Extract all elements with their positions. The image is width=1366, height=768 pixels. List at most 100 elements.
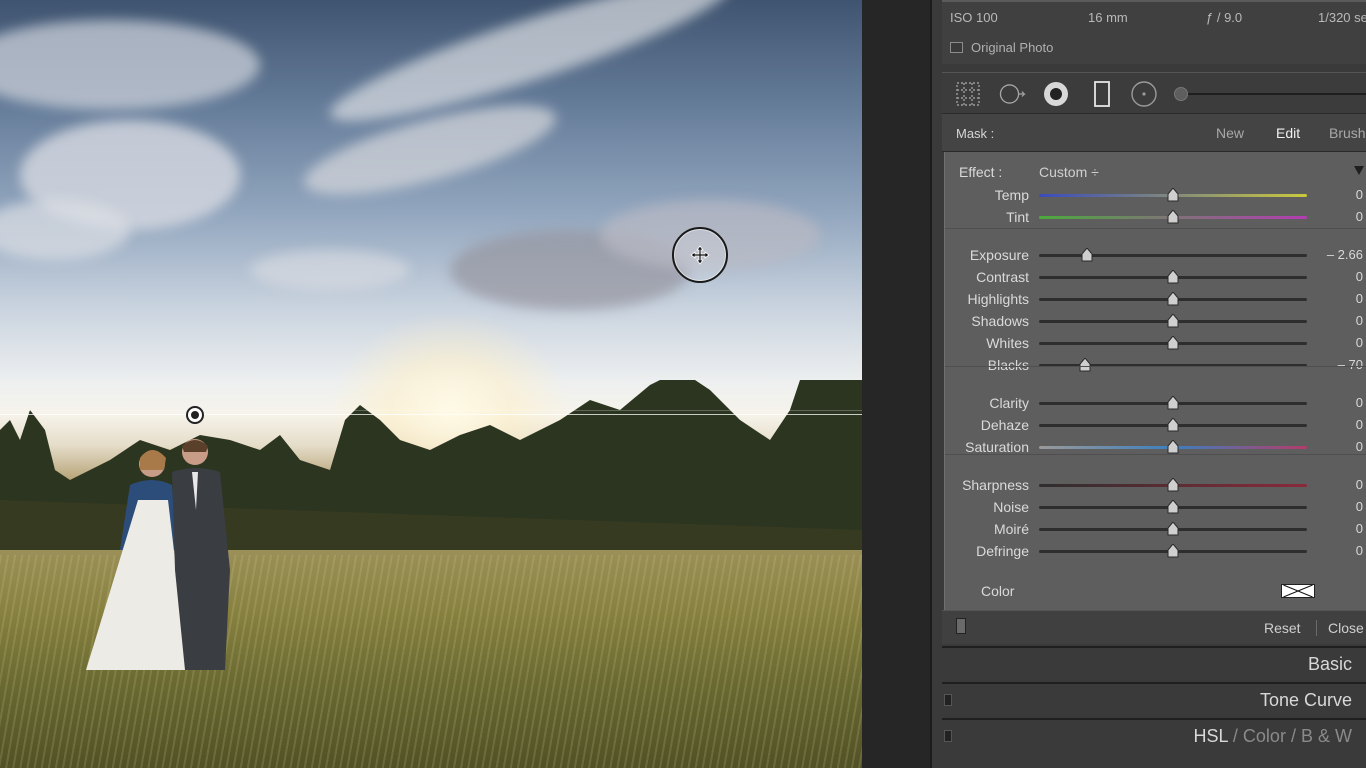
- section-tone-curve-title: Tone Curve: [1259, 690, 1352, 710]
- slider-value[interactable]: 0: [1356, 499, 1363, 514]
- slider-value[interactable]: – 2.66: [1327, 247, 1363, 262]
- exif-focal: 16 mm: [1088, 10, 1128, 25]
- slider-label: Tint: [1006, 209, 1029, 225]
- mask-bar: Mask : New Edit Brush: [942, 114, 1366, 152]
- slider-label: Dehaze: [980, 417, 1029, 433]
- slider-track[interactable]: [1039, 254, 1307, 257]
- slider-value[interactable]: 0: [1356, 395, 1363, 410]
- enable-toggle-icon[interactable]: [956, 618, 966, 634]
- move-cursor-icon: [672, 227, 728, 283]
- slider-label: Highlights: [967, 291, 1029, 307]
- gradient-pin-icon[interactable]: [186, 406, 204, 424]
- close-button[interactable]: Close: [1328, 620, 1364, 636]
- slider-knob-icon[interactable]: [1081, 247, 1093, 262]
- section-toggle-icon[interactable]: [944, 694, 952, 706]
- slider-row-exposure: Exposure – 2.66: [945, 244, 1366, 266]
- color-swatch-icon[interactable]: [1281, 584, 1315, 598]
- slider-knob-icon[interactable]: [1167, 335, 1179, 350]
- mask-label: Mask :: [956, 126, 995, 141]
- cloud-shape: [0, 20, 260, 110]
- color-label: Color: [981, 583, 1015, 599]
- slider-knob-icon[interactable]: [1167, 499, 1179, 514]
- graduated-filter-icon[interactable]: [1088, 80, 1116, 108]
- slider-knob-icon[interactable]: [1167, 417, 1179, 432]
- cloud-shape: [250, 250, 410, 290]
- mask-edit-button[interactable]: Edit: [1276, 125, 1300, 141]
- group-divider: [945, 454, 1366, 455]
- tab-bw[interactable]: B & W: [1301, 726, 1352, 746]
- brush-icon[interactable]: [1174, 87, 1188, 101]
- slider-row-contrast: Contrast 0: [945, 266, 1366, 288]
- slider-knob-icon[interactable]: [1167, 395, 1179, 410]
- slider-value[interactable]: 0: [1356, 187, 1363, 202]
- slider-value[interactable]: 0: [1356, 521, 1363, 536]
- original-photo-toggle[interactable]: Original Photo: [950, 40, 1053, 55]
- gradient-guide-line: [0, 410, 862, 411]
- brush-size-slider[interactable]: [1180, 93, 1366, 95]
- collapse-triangle-icon[interactable]: [1354, 166, 1364, 175]
- slider-knob-icon[interactable]: [1167, 269, 1179, 284]
- mask-new-button[interactable]: New: [1216, 125, 1244, 141]
- develop-right-panel: ISO 100 16 mm ƒ / 9.0 1/320 sec Original…: [930, 0, 1366, 768]
- slider-label: Clarity: [989, 395, 1029, 411]
- red-eye-icon[interactable]: [1042, 80, 1070, 108]
- slider-label: Contrast: [976, 269, 1029, 285]
- slider-row-noise: Noise 0: [945, 496, 1366, 518]
- spot-removal-icon[interactable]: [998, 80, 1026, 108]
- tab-color[interactable]: Color: [1243, 726, 1286, 746]
- slider-value[interactable]: – 70: [1338, 357, 1363, 372]
- group-divider: [945, 366, 1366, 367]
- section-tone-curve[interactable]: Tone Curve: [942, 682, 1366, 716]
- slider-knob-icon[interactable]: [1167, 209, 1179, 224]
- slider-value[interactable]: 0: [1356, 291, 1363, 306]
- slider-row-defringe: Defringe 0: [945, 540, 1366, 562]
- slider-knob-icon[interactable]: [1167, 543, 1179, 558]
- crop-icon[interactable]: [954, 80, 982, 108]
- slider-value[interactable]: 0: [1356, 543, 1363, 558]
- slider-value[interactable]: 0: [1356, 313, 1363, 328]
- section-basic[interactable]: Basic: [942, 646, 1366, 680]
- slider-label: Sharpness: [962, 477, 1029, 493]
- effect-label: Effect :: [959, 164, 1003, 180]
- slider-knob-icon[interactable]: [1167, 291, 1179, 306]
- histogram-edge: [942, 0, 1366, 2]
- slider-label: Shadows: [971, 313, 1029, 329]
- original-photo-checkbox[interactable]: [950, 42, 963, 53]
- tool-strip: [942, 72, 1366, 114]
- tab-hsl[interactable]: HSL: [1194, 726, 1228, 746]
- slider-value[interactable]: 0: [1356, 335, 1363, 350]
- slider-knob-icon[interactable]: [1167, 439, 1179, 454]
- slider-knob-icon[interactable]: [1079, 357, 1091, 372]
- slider-value[interactable]: 0: [1356, 477, 1363, 492]
- section-toggle-icon[interactable]: [944, 730, 952, 742]
- slider-value[interactable]: 0: [1356, 439, 1363, 454]
- slider-row-sharpness: Sharpness 0: [945, 474, 1366, 496]
- slider-knob-icon[interactable]: [1167, 521, 1179, 536]
- exif-iso: ISO 100: [950, 10, 998, 25]
- photo-canvas[interactable]: [0, 0, 862, 768]
- effect-panel: Effect : Custom ÷ Temp 0 Tint 0 Exposure – 2.…: [944, 152, 1366, 610]
- panel-gutter: [862, 0, 930, 768]
- slider-row-whites: Whites 0: [945, 332, 1366, 354]
- effect-preset-dropdown[interactable]: Custom ÷: [1039, 164, 1099, 180]
- slider-knob-icon[interactable]: [1167, 187, 1179, 202]
- radial-filter-icon[interactable]: [1130, 80, 1158, 108]
- slider-knob-icon[interactable]: [1167, 477, 1179, 492]
- slider-label: Blacks: [987, 357, 1029, 373]
- slider-knob-icon[interactable]: [1167, 313, 1179, 328]
- couple-figure: [86, 439, 230, 670]
- section-hsl[interactable]: HSL / Color / B & W: [942, 718, 1366, 768]
- section-hsl-title: HSL / Color / B & W: [1194, 726, 1352, 747]
- filter-footer: Reset Close: [942, 610, 1366, 644]
- slider-row-clarity: Clarity 0: [945, 392, 1366, 414]
- mask-brush-button[interactable]: Brush: [1329, 125, 1366, 141]
- reset-button[interactable]: Reset: [1264, 620, 1301, 636]
- slider-label: Defringe: [976, 543, 1029, 559]
- footer-divider: [1316, 620, 1317, 636]
- cloud-shape: [0, 200, 130, 260]
- gradient-center-line[interactable]: [0, 414, 930, 415]
- slider-value[interactable]: 0: [1356, 209, 1363, 224]
- slider-value[interactable]: 0: [1356, 417, 1363, 432]
- slider-value[interactable]: 0: [1356, 269, 1363, 284]
- slider-row-highlights: Highlights 0: [945, 288, 1366, 310]
